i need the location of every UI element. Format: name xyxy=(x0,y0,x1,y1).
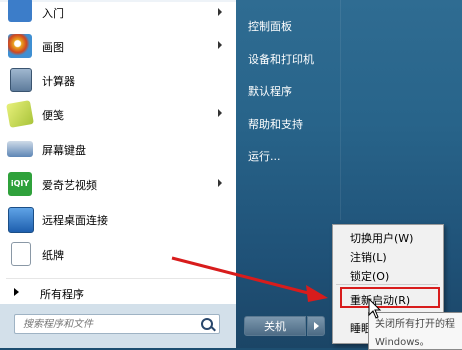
program-solitaire[interactable]: 纸牌 xyxy=(0,238,236,271)
panel-divider xyxy=(340,0,341,220)
chevron-right-icon xyxy=(218,109,222,117)
search-box[interactable] xyxy=(14,314,220,334)
tooltip-line-1: 关闭所有打开的程 xyxy=(375,319,455,330)
iqiyi-icon: iQIY xyxy=(8,172,32,196)
menu-divider xyxy=(336,284,438,285)
tooltip: 关闭所有打开的程 Windows。 xyxy=(368,312,462,350)
chevron-right-icon xyxy=(218,8,222,16)
solitaire-icon xyxy=(11,242,31,266)
all-programs-button[interactable]: 所有程序 xyxy=(0,282,236,304)
program-label: 画图 xyxy=(42,41,64,54)
shutdown-options-button[interactable] xyxy=(307,316,325,336)
all-programs-label: 所有程序 xyxy=(40,288,84,301)
link-devices-and-printers[interactable]: 设备和打印机 xyxy=(248,51,314,67)
shutdown-button[interactable]: 关机 xyxy=(244,316,306,336)
link-run[interactable]: 运行... xyxy=(248,148,281,164)
divider xyxy=(6,278,230,279)
link-control-panel[interactable]: 控制面板 xyxy=(248,18,292,34)
chevron-right-icon xyxy=(218,179,222,187)
calculator-icon xyxy=(10,68,32,92)
link-help-and-support[interactable]: 帮助和支持 xyxy=(248,116,303,132)
menu-item-log-off[interactable]: 注销(L) xyxy=(350,249,387,265)
program-label: 纸牌 xyxy=(42,249,64,262)
menu-item-lock[interactable]: 锁定(O) xyxy=(350,268,389,284)
program-label: 便笺 xyxy=(42,109,64,122)
remote-desktop-icon xyxy=(8,207,34,233)
mouse-cursor-icon xyxy=(368,298,382,319)
program-label: 远程桌面连接 xyxy=(42,214,108,227)
search-input[interactable] xyxy=(15,315,193,333)
program-remote-desktop[interactable]: 远程桌面连接 xyxy=(0,203,236,236)
triangle-right-icon xyxy=(14,288,19,296)
link-default-programs[interactable]: 默认程序 xyxy=(248,83,292,99)
program-getting-started[interactable]: 入门 xyxy=(0,0,236,33)
highlight-box xyxy=(340,287,440,308)
program-calculator[interactable]: 计算器 xyxy=(0,64,236,97)
program-label: 计算器 xyxy=(42,75,75,88)
program-label: 屏幕键盘 xyxy=(42,144,86,157)
tooltip-line-2: Windows。 xyxy=(375,337,430,348)
menu-item-switch-user[interactable]: 切换用户(W) xyxy=(350,230,413,246)
program-paint[interactable]: 画图 xyxy=(0,30,236,63)
chevron-right-icon xyxy=(218,41,222,49)
sticky-notes-icon xyxy=(6,100,34,128)
program-label: 入门 xyxy=(42,7,64,20)
getting-started-icon xyxy=(8,0,32,22)
programs-panel: 入门 画图 计算器 便笺 屏幕键盘 iQIY 爱奇艺视频 远程桌面连接 纸牌 所… xyxy=(0,0,236,348)
program-sticky-notes[interactable]: 便笺 xyxy=(0,98,236,131)
program-iqiyi[interactable]: iQIY 爱奇艺视频 xyxy=(0,168,236,201)
search-icon[interactable] xyxy=(201,318,213,330)
paint-icon xyxy=(8,34,32,58)
keyboard-icon xyxy=(7,141,33,157)
program-label: 爱奇艺视频 xyxy=(42,179,97,192)
program-on-screen-keyboard[interactable]: 屏幕键盘 xyxy=(0,133,236,166)
